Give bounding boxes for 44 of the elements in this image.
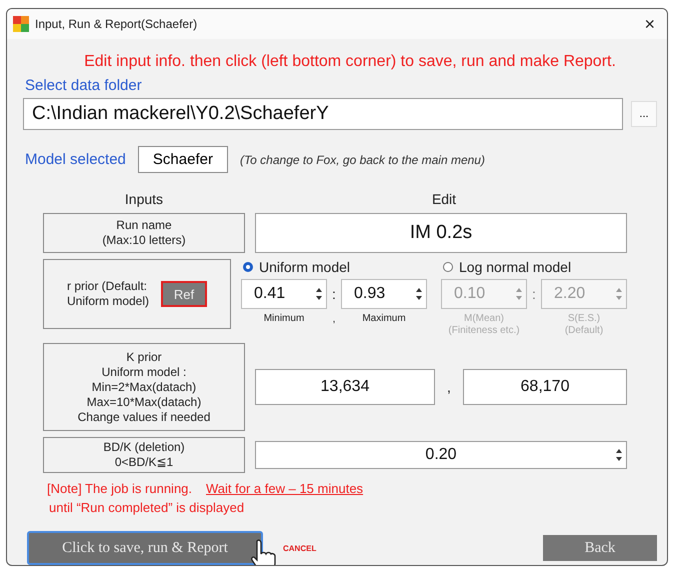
spinner-arrows-icon[interactable] (416, 287, 422, 301)
wait-time-link[interactable]: Wait for a few – 15 minutes (206, 481, 364, 496)
window-title: Input, Run & Report(Schaefer) (35, 17, 198, 31)
note-text: until “Run completed” is displayed (49, 500, 246, 515)
k-min-field[interactable]: 13,634 (255, 369, 435, 405)
field-caption: Maximum (361, 313, 407, 325)
folder-label: Select data folder (25, 77, 143, 94)
field-caption: Minimum (262, 313, 306, 325)
number-field[interactable]: 0.41 (241, 279, 327, 309)
model-value: Schaefer (138, 146, 228, 173)
column-header: Edit (430, 191, 458, 207)
cancel-button[interactable]: CANCEL (277, 542, 322, 554)
run-name-label: Run name (Max:10 letters) (102, 218, 186, 248)
column-header: Inputs (124, 191, 164, 207)
k-max-field[interactable]: 68,170 (463, 369, 627, 405)
field-caption: M(Mean) (Finiteness etc.) (447, 313, 521, 337)
instruction-text: Edit input info. then click (left bottom corner) to save, run and make Report. (83, 53, 617, 71)
app-logo-icon (13, 16, 29, 32)
note-text: [Note] The job is running. (47, 481, 192, 496)
number-field[interactable]: 0.93 (341, 279, 427, 309)
model-hint: (To change to Fox, go back to the main menu) (240, 152, 485, 166)
back-button[interactable]: Back (543, 535, 657, 561)
spinner-arrows-icon[interactable] (616, 448, 622, 462)
k-prior-label: K prior Uniform model : Min=2*Max(datach) Max=10*Max(datach) Change values if needed (78, 350, 210, 424)
comma-separator: , (332, 314, 336, 324)
bd-k-field[interactable]: 0.20 (255, 441, 627, 469)
radio-label: Uniform model (259, 259, 350, 275)
hand-cursor-icon (251, 539, 277, 565)
colon-separator: : (331, 286, 337, 302)
r-prior-label: r prior (Default: Uniform model) (66, 279, 150, 309)
ref-button[interactable]: Ref (161, 281, 208, 307)
close-button[interactable]: × (640, 14, 659, 34)
radio-label: Log normal model (459, 259, 572, 275)
radio-button[interactable] (243, 262, 253, 272)
folder-path-field[interactable]: C:\Indian mackerel\Y0.2\SchaeferY (23, 98, 623, 130)
spinner-arrows-icon[interactable] (316, 287, 322, 301)
save-run-report-button[interactable]: Click to save, run & Report (27, 531, 263, 565)
run-name-field[interactable]: IM 0.2s (255, 213, 627, 253)
bd-k-label: BD/K (deletion) 0<BD/K≦1 (103, 440, 185, 470)
field-caption: S(E.S.) (Default) (564, 313, 604, 337)
colon-separator: : (531, 286, 537, 302)
model-label: Model selected (25, 151, 126, 168)
comma-separator: , (446, 379, 452, 395)
browse-button[interactable]: ... (631, 101, 657, 127)
